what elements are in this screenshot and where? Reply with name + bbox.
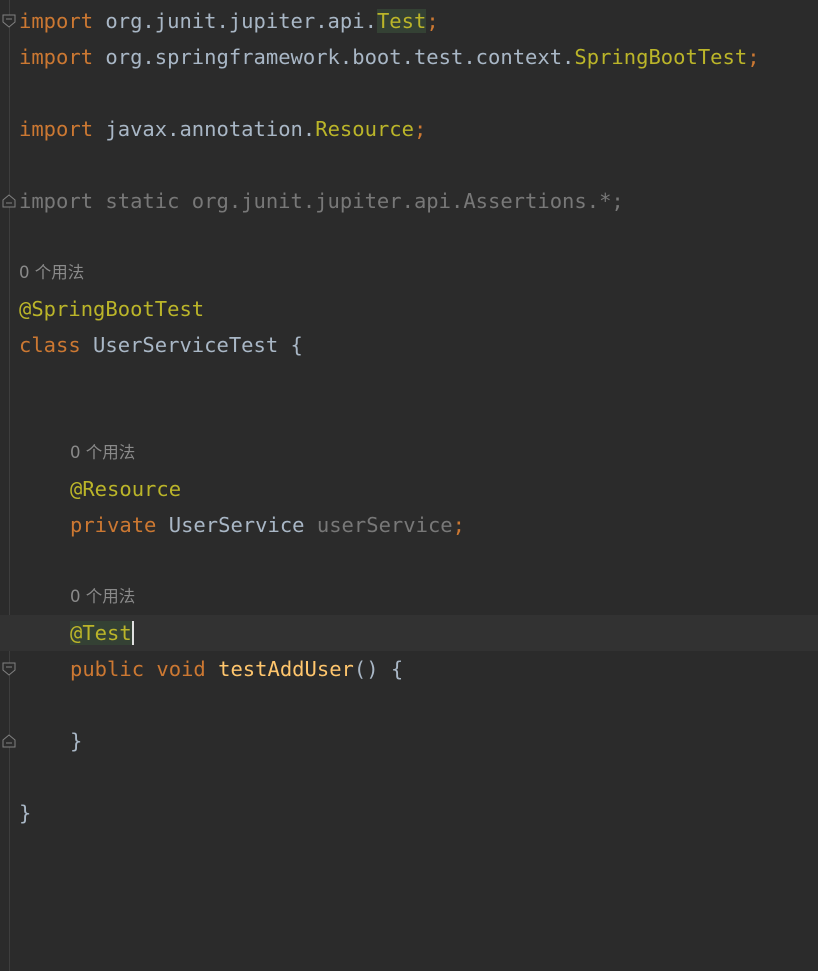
code-token: testAddUser [218,657,354,681]
usage-hint-text: 0 个用法 [70,587,136,606]
code-line: class UserServiceTest { [0,327,818,363]
code-token: userService [316,513,453,537]
code-line: import org.springframework.boot.test.con… [0,39,818,75]
code-token: SpringBootTest [574,45,748,69]
code-token: ; [747,45,760,69]
text-caret [131,621,134,645]
code-line-text: import org.junit.jupiter.api.Test; [19,3,439,39]
code-token: import static org.junit.jupiter.api.Asse… [19,189,624,213]
code-line-text: import javax.annotation.Resource; [19,111,426,147]
code-line-text: import org.springframework.boot.test.con… [19,39,760,75]
code-token: Resource [315,117,414,141]
code-line: private UserService userService; [0,507,818,543]
usage-hint-text: 0 个用法 [70,443,136,462]
code-token: void [156,657,206,681]
code-line: public void testAddUser() { [0,651,818,687]
code-line-text: import static org.junit.jupiter.api.Asse… [19,183,624,219]
code-token: javax.annotation. [93,117,316,141]
code-line: } [0,795,818,831]
code-token: import [19,9,94,33]
code-line: @Resource [0,471,818,507]
code-token: ; [426,9,439,33]
code-token: public [70,657,145,681]
usage-hint-text: 0 个用法 [19,263,85,282]
code-line-text: } [19,795,31,831]
code-token: @Test [70,621,132,645]
code-token: class [19,333,81,357]
code-token: @SpringBootTest [19,297,205,321]
code-line-text: @Resource [70,471,181,507]
code-token: Test [376,9,427,33]
code-token: UserServiceTest { [80,333,303,357]
code-line: } [0,723,818,759]
code-token: ; [452,513,465,537]
code-token: org.springframework.boot.test.context. [93,45,575,69]
code-token: private [70,513,157,537]
fold-end-icon[interactable] [2,734,16,748]
code-line-text: private UserService userService; [70,507,465,543]
fold-start-icon[interactable] [2,14,16,28]
code-line-text: @SpringBootTest [19,291,204,327]
code-token: } [70,729,83,753]
usage-hint[interactable]: 0 个用法 [0,255,818,291]
code-token: @Resource [70,477,182,501]
code-line-text: } [70,723,82,759]
code-token: import [19,45,94,69]
usage-hint[interactable]: 0 个用法 [0,435,818,471]
code-token: UserService [156,513,317,537]
usage-hint[interactable]: 0 个用法 [0,579,818,615]
code-token: ; [413,117,427,141]
code-line: import static org.junit.jupiter.api.Asse… [0,183,818,219]
code-token: () { [353,657,404,681]
code-token: import [19,117,94,141]
fold-start-icon[interactable] [2,662,16,676]
code-token: org.junit.jupiter.api. [93,9,377,33]
code-line: import org.junit.jupiter.api.Test; [0,3,818,39]
code-line-text: class UserServiceTest { [19,327,303,363]
code-line-text: public void testAddUser() { [70,651,403,687]
code-line: import javax.annotation.Resource; [0,111,818,147]
code-line-text: @Test [70,615,134,651]
fold-end-icon[interactable] [2,194,16,208]
code-line: @Test [0,615,818,651]
code-token: } [19,801,32,825]
code-editor[interactable]: import org.junit.jupiter.api.Test; import… [0,0,818,971]
code-line: @SpringBootTest [0,291,818,327]
